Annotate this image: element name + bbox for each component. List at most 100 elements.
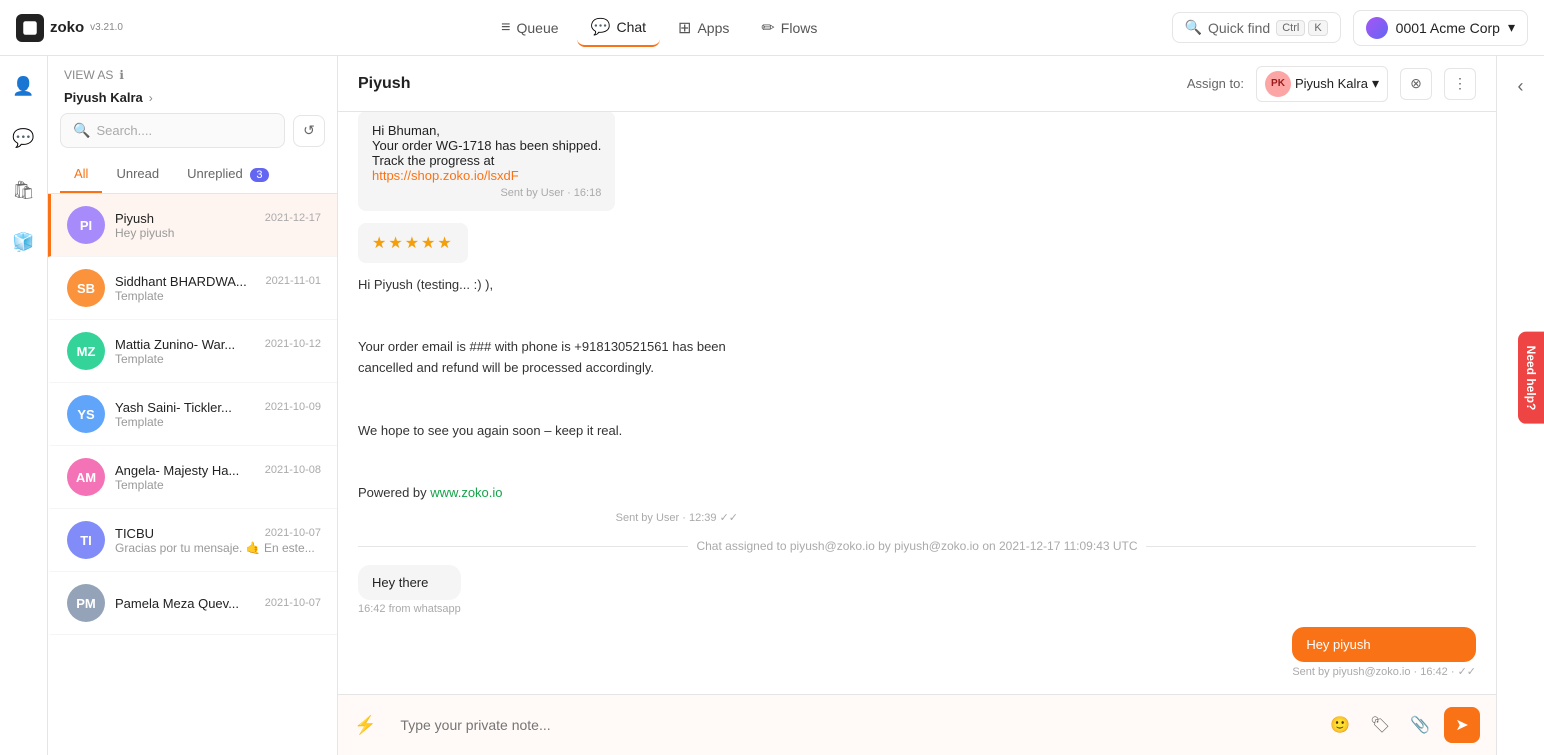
- tab-unread[interactable]: Unread: [102, 156, 173, 193]
- chat-list-item-siddhant[interactable]: SB Siddhant BHARDWA... 2021-11-01 Templa…: [48, 257, 337, 320]
- profile-icon-btn[interactable]: 👤: [6, 68, 42, 104]
- chat-name: Yash Saini- Tickler...: [115, 400, 232, 415]
- nav-chat-label: Chat: [616, 19, 646, 35]
- msg-text-line: Your order email is ### with phone is +9…: [358, 339, 726, 375]
- chevron-right-icon: ›: [149, 91, 153, 105]
- search-history-button[interactable]: ↺: [293, 115, 325, 147]
- collapse-panel-button[interactable]: ‹: [1503, 68, 1539, 104]
- chat-main: Piyush Assign to: PK Piyush Kalra ▾ ⊗ ⋮ …: [338, 56, 1496, 755]
- chat-avatar: TI: [67, 521, 105, 559]
- assign-to-label: Assign to:: [1187, 76, 1244, 91]
- chat-info: Angela- Majesty Ha... 2021-10-08 Templat…: [115, 463, 321, 492]
- input-area: ⚡ 🙂 🏷 📎 ➤: [338, 694, 1496, 755]
- chat-preview: Hey piyush: [115, 226, 321, 240]
- lightning-icon[interactable]: ⚡: [354, 715, 376, 736]
- chat-header: Piyush Assign to: PK Piyush Kalra ▾ ⊗ ⋮: [338, 56, 1496, 112]
- search-icon: 🔍: [1185, 19, 1202, 36]
- chat-info: Siddhant BHARDWA... 2021-11-01 Template: [115, 274, 321, 303]
- msg-link[interactable]: https://shop.zoko.io/lsxdF: [372, 168, 519, 183]
- assignee-avatar: PK: [1265, 71, 1291, 97]
- info-icon: ℹ: [119, 68, 124, 82]
- chat-preview: Template: [115, 478, 321, 492]
- logo-icon: [16, 14, 44, 42]
- nav-apps[interactable]: ⊞ Apps: [664, 10, 743, 46]
- assign-dropdown[interactable]: PK Piyush Kalra ▾: [1256, 66, 1388, 102]
- chat-list-item-piyush[interactable]: PI Piyush 2021-12-17 Hey piyush: [48, 194, 337, 257]
- quick-find-label: Quick find: [1208, 20, 1270, 36]
- company-selector[interactable]: 0001 Acme Corp ▾: [1353, 10, 1528, 46]
- view-as-user: Piyush Kalra ›: [48, 90, 337, 113]
- msg-line-3: Track the progress at: [372, 153, 601, 168]
- nav-chat[interactable]: 💬 Chat: [577, 9, 661, 47]
- sticker-button[interactable]: 🏷: [1364, 709, 1396, 741]
- message-card: Hi Bhuman, Your order WG-1718 has been s…: [358, 112, 615, 211]
- bubble-box: Hey piyush: [1292, 627, 1476, 662]
- tab-unreplied[interactable]: Unreplied 3: [173, 156, 282, 193]
- flows-icon: ✏: [761, 18, 774, 38]
- bubble-meta: Sent by piyush@zoko.io · 16:42 · ✓✓: [1292, 665, 1476, 678]
- keyboard-shortcut: Ctrl K: [1276, 20, 1327, 36]
- chat-sidebar-icon-btn[interactable]: 💬: [6, 120, 42, 156]
- nav-queue-label: Queue: [517, 20, 559, 36]
- message-bubble-outgoing: Hey piyush Sent by piyush@zoko.io · 16:4…: [1292, 627, 1476, 678]
- system-message: Chat assigned to piyush@zoko.io by piyus…: [358, 539, 1476, 553]
- search-input[interactable]: 🔍 Search....: [60, 113, 285, 148]
- app-logo: zoko v3.21.0: [16, 14, 123, 42]
- company-icon: [1366, 17, 1388, 39]
- chat-info: Mattia Zunino- War... 2021-10-12 Templat…: [115, 337, 321, 366]
- chat-preview: Template: [115, 415, 321, 429]
- chat-list-item-angela[interactable]: AM Angela- Majesty Ha... 2021-10-08 Temp…: [48, 446, 337, 509]
- chat-icon: 💬: [591, 17, 611, 37]
- cube-icon-btn[interactable]: 🧊: [6, 224, 42, 260]
- attachment-button[interactable]: 📎: [1404, 709, 1436, 741]
- emoji-button[interactable]: 🙂: [1324, 709, 1356, 741]
- chat-date: 2021-10-08: [265, 464, 321, 476]
- more-options-button[interactable]: ⋮: [1444, 68, 1476, 100]
- chat-name: Angela- Majesty Ha...: [115, 463, 239, 478]
- chat-name-row: Angela- Majesty Ha... 2021-10-08: [115, 463, 321, 478]
- zoko-link[interactable]: www.zoko.io: [430, 485, 502, 500]
- msg-line-1: Hi Bhuman,: [372, 123, 601, 138]
- chat-name-row: Mattia Zunino- War... 2021-10-12: [115, 337, 321, 352]
- search-icon: 🔍: [73, 122, 90, 139]
- unreplied-badge: 3: [250, 168, 268, 182]
- search-bar: 🔍 Search.... ↺: [60, 113, 325, 148]
- chat-list-item-pamela[interactable]: PM Pamela Meza Quev... 2021-10-07: [48, 572, 337, 635]
- tab-unreplied-label: Unreplied: [187, 166, 243, 181]
- nav-right: 🔍 Quick find Ctrl K 0001 Acme Corp ▾: [1172, 10, 1528, 46]
- note-input[interactable]: [386, 707, 1314, 743]
- message-bubble-incoming: Hey there 16:42 from whatsapp: [358, 565, 461, 615]
- chat-avatar: SB: [67, 269, 105, 307]
- chat-items: PI Piyush 2021-12-17 Hey piyush SB Siddh…: [48, 194, 337, 755]
- shopping-icon-btn[interactable]: 🛍: [6, 172, 42, 208]
- chat-header-right: Assign to: PK Piyush Kalra ▾ ⊗ ⋮: [1187, 66, 1476, 102]
- nav-items: ≡ Queue 💬 Chat ⊞ Apps ✏ Flows: [155, 9, 1164, 47]
- sidebar-icons: 👤 💬 🛍 🧊: [0, 56, 48, 755]
- nav-queue[interactable]: ≡ Queue: [487, 11, 572, 45]
- chat-avatar: PI: [67, 206, 105, 244]
- nav-flows-label: Flows: [781, 20, 818, 36]
- chat-info: TICBU 2021-10-07 Gracias por tu mensaje.…: [115, 526, 321, 555]
- msg-meta: Sent by User · 16:18: [372, 187, 601, 199]
- chat-date: 2021-10-12: [265, 338, 321, 350]
- close-chat-button[interactable]: ⊗: [1400, 68, 1432, 100]
- chat-list-item-yash[interactable]: YS Yash Saini- Tickler... 2021-10-09 Tem…: [48, 383, 337, 446]
- chat-tabs: All Unread Unreplied 3: [48, 156, 337, 194]
- view-as-user-name[interactable]: Piyush Kalra: [64, 90, 143, 105]
- chat-list-item-ticbu[interactable]: TI TICBU 2021-10-07 Gracias por tu mensa…: [48, 509, 337, 572]
- tab-all[interactable]: All: [60, 156, 102, 193]
- send-button[interactable]: ➤: [1444, 707, 1480, 743]
- messages-area: Hi Bhuman, Your order WG-1718 has been s…: [338, 112, 1496, 694]
- message-card-box: Hi Bhuman, Your order WG-1718 has been s…: [358, 112, 615, 211]
- quick-find-button[interactable]: 🔍 Quick find Ctrl K: [1172, 12, 1341, 43]
- chat-avatar: MZ: [67, 332, 105, 370]
- nav-apps-label: Apps: [697, 20, 729, 36]
- chat-list-item-mattia[interactable]: MZ Mattia Zunino- War... 2021-10-12 Temp…: [48, 320, 337, 383]
- text-block-box: Hi Piyush (testing... :) ),Your order em…: [358, 275, 738, 527]
- chat-name: Pamela Meza Quev...: [115, 596, 239, 611]
- chevron-down-icon: ▾: [1508, 19, 1515, 36]
- chat-contact-name: Piyush: [358, 75, 410, 93]
- msg-meta: Sent by User · 12:39 ✓✓: [358, 510, 738, 528]
- nav-flows[interactable]: ✏ Flows: [747, 10, 831, 46]
- need-help-button[interactable]: Need help?: [1518, 331, 1544, 424]
